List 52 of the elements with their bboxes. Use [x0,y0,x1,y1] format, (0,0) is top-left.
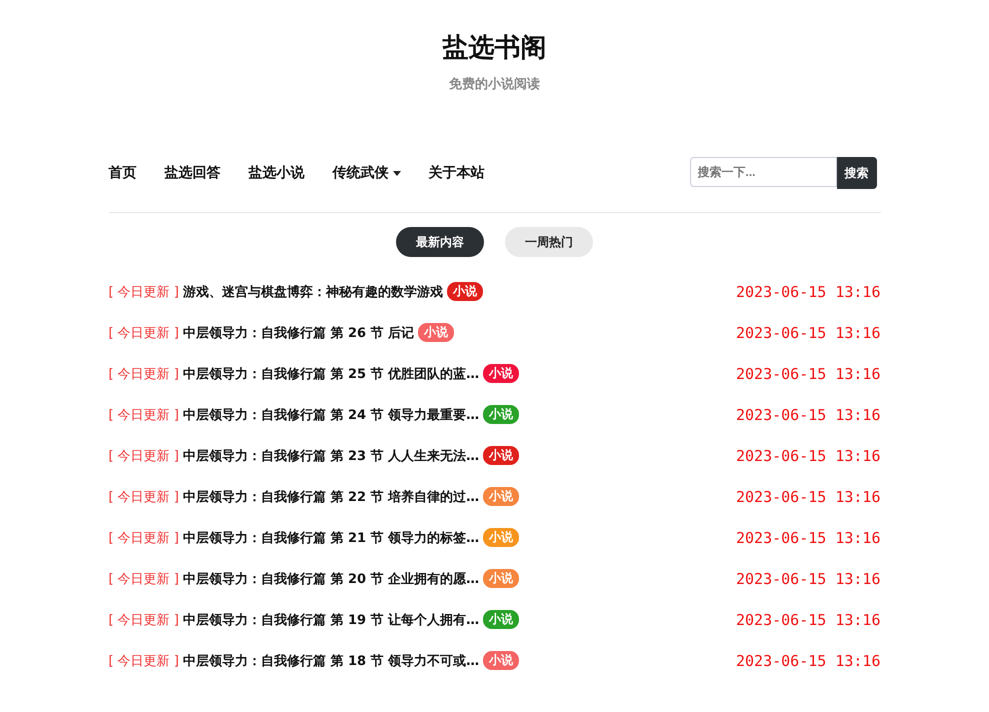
update-label: [ 今日更新 ] [108,284,179,300]
post-link[interactable]: 中层领导力：自我修行篇 第 20 节 企业拥有的愿… [182,570,480,588]
category-tag: 小说 [483,528,520,547]
update-label: [ 今日更新 ] [108,488,179,506]
update-label: [ 今日更新 ] [108,612,179,628]
post-date: 2023-06-15 13:16 [736,652,880,670]
post-date: 2023-06-15 13:16 [736,570,880,588]
category-tag: 小说 [418,323,454,342]
nav-link[interactable]: 盐选回答 [164,164,220,182]
post-link[interactable]: 中层领导力：自我修行篇 第 18 节 领导力不可或… [182,652,480,670]
post-date: 2023-06-15 13:16 [736,406,880,424]
post-link[interactable]: 中层领导力：自我修行篇 第 24 节 领导力最重要… [182,406,480,424]
site-subtitle: 免费的小说阅读 [448,76,541,93]
post-date: 2023-06-15 13:16 [736,610,880,628]
post-link[interactable]: 中层领导力：自我修行篇 第 23 节 人人生来无法… [182,446,480,464]
post-date: 2023-06-15 13:16 [736,324,880,342]
update-label: [ 今日更新 ] [108,652,179,670]
post-date: 2023-06-15 13:16 [736,528,880,546]
post-date: 2023-06-15 13:16 [736,282,880,300]
update-label: [ 今日更新 ] [108,570,179,588]
category-tag: 小说 [483,569,520,588]
site-title: 盐选书阁 [442,32,548,65]
nav-link[interactable]: 传统武侠 [332,164,400,182]
search-field[interactable]: 搜索一下... [690,157,836,187]
update-label: [ 今日更新 ] [108,324,179,342]
post-date: 2023-06-15 13:16 [736,446,880,464]
tab[interactable]: 最新内容 [396,227,484,257]
post-link[interactable]: 中层领导力：自我修行篇 第 19 节 让每个人拥有… [182,610,480,628]
update-label: [ 今日更新 ] [108,530,179,546]
post-link[interactable]: 中层领导力：自我修行篇 第 22 节 培养自律的过… [182,488,480,506]
post-date: 2023-06-15 13:16 [736,488,880,506]
search-button[interactable]: 搜索 [836,157,876,189]
category-tag: 小说 [483,651,520,670]
category-tag: 小说 [483,364,520,383]
category-tag: 小说 [483,610,520,629]
nav-link[interactable]: 关于本站 [428,164,484,182]
update-label: [ 今日更新 ] [108,366,179,382]
post-link[interactable]: 中层领导力：自我修行篇 第 26 节 后记 [182,324,414,342]
caret-icon [392,170,400,176]
update-label: [ 今日更新 ] [108,448,179,464]
post-link[interactable]: 游戏、迷宫与棋盘博弈：神秘有趣的数学游戏 [182,282,443,300]
update-label: [ 今日更新 ] [108,406,179,424]
category-tag: 小说 [446,282,483,301]
tab[interactable]: 一周热门 [505,227,593,257]
post-link[interactable]: 中层领导力：自我修行篇 第 21 节 领导力的标签… [182,528,480,546]
post-link[interactable]: 中层领导力：自我修行篇 第 25 节 优胜团队的蓝… [182,364,480,382]
category-tag: 小说 [483,487,520,506]
nav-link[interactable]: 盐选小说 [248,164,304,182]
post-date: 2023-06-15 13:16 [736,364,880,382]
category-tag: 小说 [483,405,520,424]
nav-link[interactable]: 首页 [108,164,136,182]
category-tag: 小说 [483,446,520,465]
